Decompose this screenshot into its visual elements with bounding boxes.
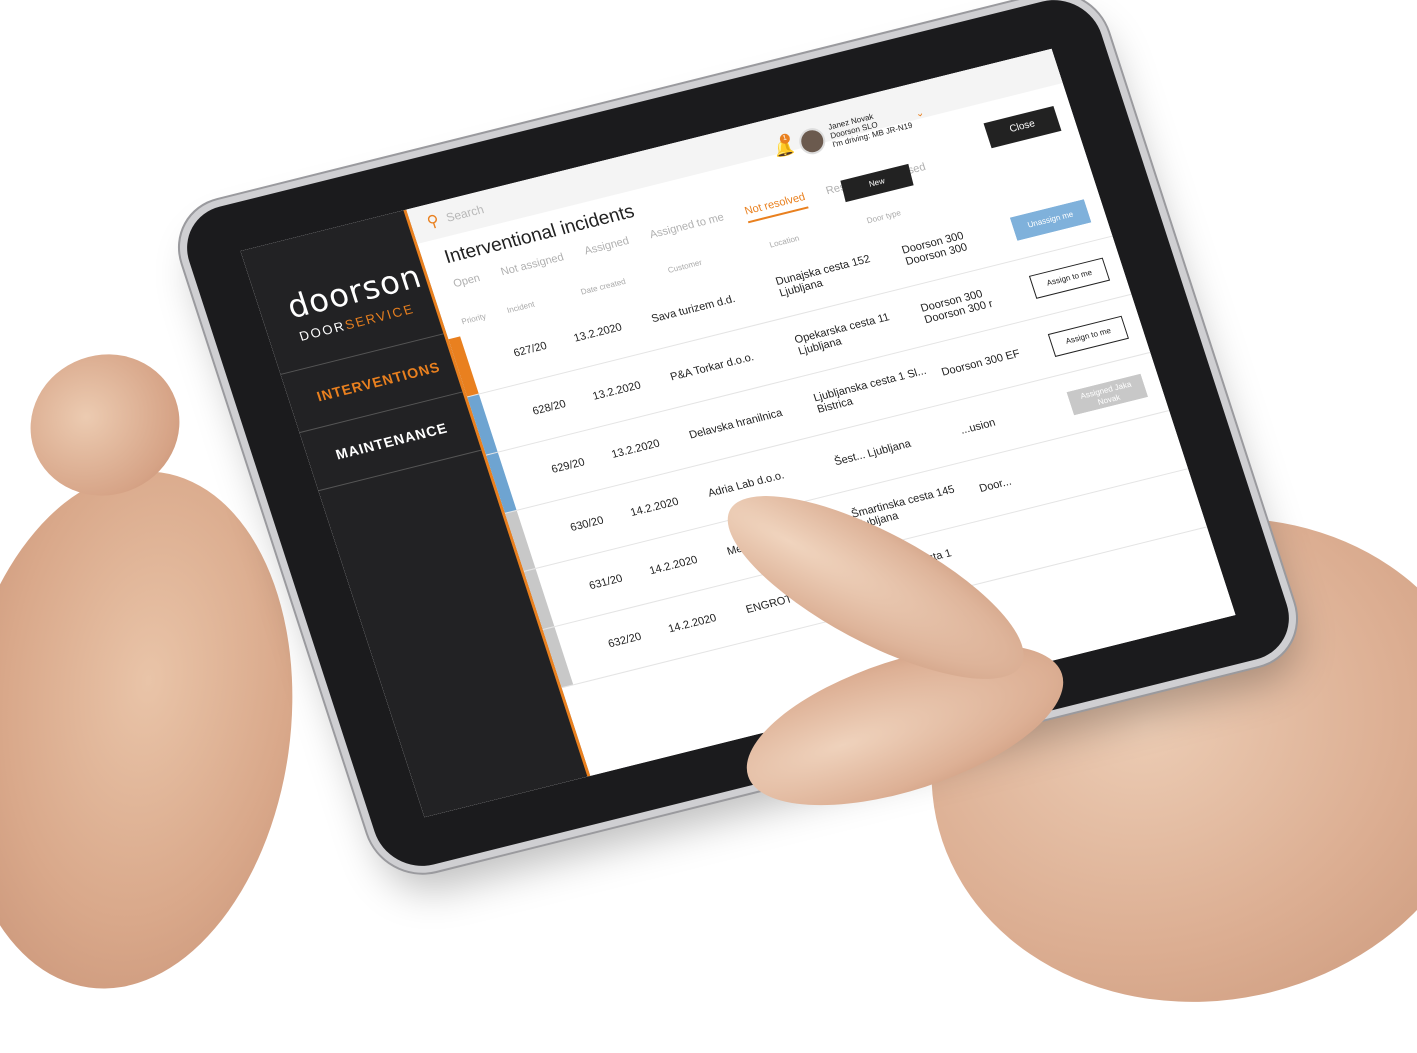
customer: Sava turizem d.d. xyxy=(649,293,737,326)
filter-priority[interactable]: Priority xyxy=(460,312,487,327)
tab-not-resolved[interactable]: Not resolved xyxy=(743,191,809,224)
door-type: Door... xyxy=(977,475,1013,495)
customer: Adria Lab d.o.o. xyxy=(706,469,786,500)
close-button[interactable]: Close xyxy=(983,105,1062,149)
location: Ljubljanska cesta 1 Sl... Bistrica xyxy=(812,364,928,416)
door-type: ...usion xyxy=(958,416,998,437)
assign-to-me-button[interactable]: Assign to me xyxy=(1028,257,1111,299)
date-created: 14.2.2020 xyxy=(647,553,700,578)
filter-incident[interactable]: Incident xyxy=(506,300,536,315)
customer: P&A Torkar d.o.o. xyxy=(668,351,756,384)
search-icon: ⚲ xyxy=(424,212,442,232)
left-hand xyxy=(0,449,325,1011)
incident-id: 631/20 xyxy=(587,572,625,593)
incident-id: 630/20 xyxy=(568,514,606,535)
filter-location[interactable]: Location xyxy=(768,234,800,250)
incident-id: 632/20 xyxy=(606,630,644,651)
tab-assigned-to-me[interactable]: Assigned to me xyxy=(648,211,727,247)
door-type xyxy=(999,526,1086,548)
date-created: 14.2.2020 xyxy=(666,612,719,636)
tab-not-assigned[interactable]: Not assigned xyxy=(499,251,567,284)
incident-id: 627/20 xyxy=(512,339,549,360)
filter-customer[interactable]: Customer xyxy=(667,258,703,275)
assign-to-me-button[interactable]: Assign to me xyxy=(1047,315,1129,357)
assigned-status: Assigned Jaka Novak xyxy=(1066,373,1148,416)
location: Opekarska cesta 11 Ljubljana xyxy=(793,311,891,358)
avatar[interactable] xyxy=(796,124,828,157)
date-created: 14.2.2020 xyxy=(629,495,681,520)
incident-id: 628/20 xyxy=(531,398,568,418)
location: Šest... Ljubljana xyxy=(832,437,913,469)
incident-id: 629/20 xyxy=(549,456,587,476)
row-action: Assign to me xyxy=(1047,315,1129,357)
door-type: Doorson 300 Doorson 300 r xyxy=(919,288,995,327)
date-created: 13.2.2020 xyxy=(572,321,624,345)
search-input[interactable]: Search xyxy=(444,202,485,225)
date-created: 13.2.2020 xyxy=(591,379,643,403)
customer: Delavska hranilnica xyxy=(687,406,785,442)
filter-date-created[interactable]: Date created xyxy=(580,277,627,297)
unassign-me-button[interactable]: Unassign me xyxy=(1010,199,1092,241)
tab-open[interactable]: Open xyxy=(452,272,484,296)
door-type: Doorson 300 Doorson 300 xyxy=(900,229,969,269)
filter-door-type[interactable]: Door type xyxy=(866,208,902,225)
bell-icon[interactable]: 🔔 1 xyxy=(772,132,796,160)
date-created: 13.2.2020 xyxy=(610,437,662,461)
row-action: Assigned Jaka Novak xyxy=(1066,373,1148,416)
main-nav: INTERVENTIONS MAINTENANCE xyxy=(280,333,482,492)
notification-badge: 1 xyxy=(778,132,791,145)
location: Dunajska cesta 152 Ljubljana xyxy=(774,253,872,300)
door-type: Doorson 300 EF xyxy=(940,347,1022,379)
tab-assigned[interactable]: Assigned xyxy=(583,235,632,263)
row-action: Unassign me xyxy=(1010,199,1092,241)
row-action: Assign to me xyxy=(1028,257,1111,299)
